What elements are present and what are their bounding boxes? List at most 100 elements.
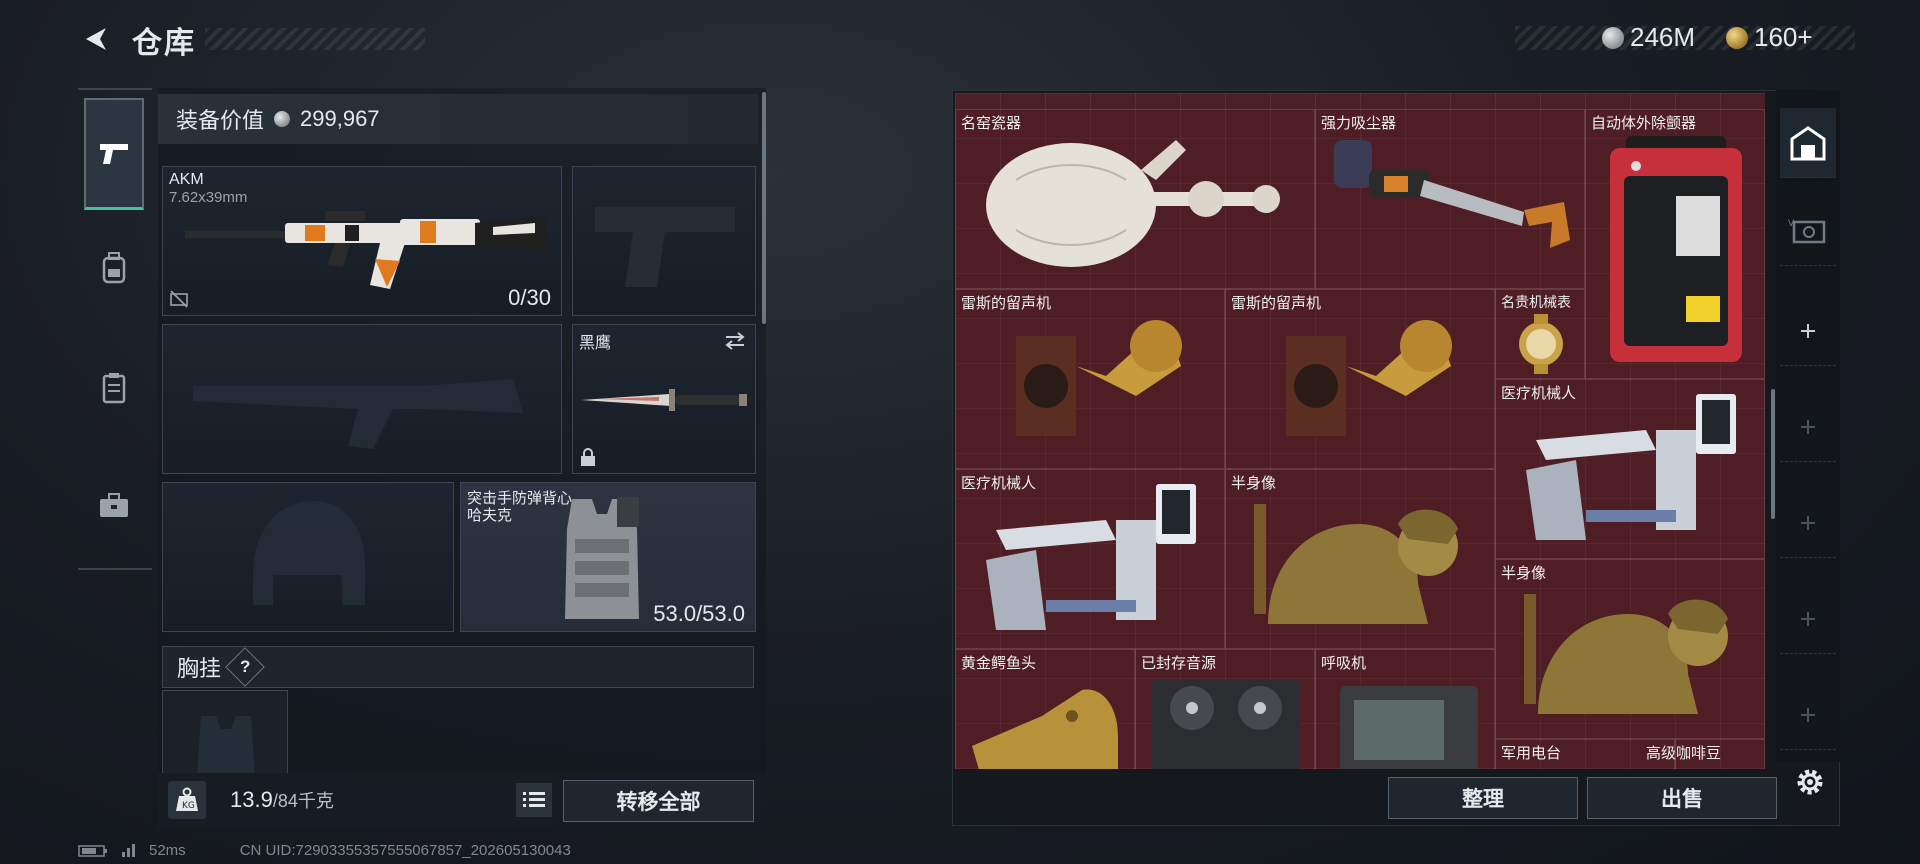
stash-item[interactable]: 黄金鳄鱼头 <box>955 649 1135 769</box>
stash-item[interactable]: 名窑瓷器 <box>955 109 1315 289</box>
backpack-icon <box>102 252 126 284</box>
aed-icon <box>1610 136 1742 362</box>
gramophone-icon <box>1016 320 1182 436</box>
plus-icon <box>1801 323 1815 338</box>
melee-slot[interactable]: 黑鹰 <box>572 324 756 474</box>
back-button[interactable] <box>78 22 112 56</box>
title-decoration <box>205 28 425 50</box>
chest-rig-label: 胸挂 <box>177 656 222 681</box>
watch-icon <box>1519 314 1563 374</box>
weight-icon: KG <box>168 781 206 819</box>
weapon-name: AKM <box>169 171 204 188</box>
battery-icon <box>78 844 107 857</box>
melee-name: 黑鹰 <box>579 335 612 352</box>
tab-stash-home[interactable] <box>1780 108 1836 178</box>
settings-button[interactable] <box>1790 762 1830 802</box>
item-label: 雷斯的留声机 <box>961 295 1052 312</box>
lock-icon <box>581 448 595 466</box>
weight-max: /84千克 <box>272 791 334 811</box>
tab-add-3[interactable] <box>1780 488 1836 558</box>
stash-item[interactable]: 半身像 <box>1225 469 1495 649</box>
gear-icon <box>1797 769 1823 795</box>
gramophone-icon <box>1286 320 1452 436</box>
stash-item[interactable]: 医疗机械人 <box>955 469 1225 649</box>
weight-readout: 13.9/84千克 <box>230 787 334 813</box>
bust-statue-icon <box>1524 594 1728 714</box>
equipment-scrollbar[interactable] <box>762 92 766 324</box>
stash-item[interactable]: 强力吸尘器 <box>1315 109 1585 289</box>
stash-item[interactable]: 雷斯的留声机 <box>955 289 1225 469</box>
stash-item[interactable]: 呼吸机 <box>1315 649 1495 769</box>
chest-rig-header: 胸挂 ? <box>162 646 754 688</box>
stash-item[interactable]: 名贵机械表 <box>1495 289 1585 379</box>
gold-crocodile-head-icon <box>972 689 1118 769</box>
tab-add-2[interactable] <box>1780 392 1836 462</box>
helmet-slot[interactable] <box>162 482 454 632</box>
transfer-all-button[interactable]: 转移全部 <box>563 780 754 822</box>
chest-rig-slot[interactable] <box>162 690 288 780</box>
svg-text:V: V <box>1788 219 1795 229</box>
equipment-bottom-bar: KG 13.9/84千克 转移全部 <box>158 773 766 828</box>
stash-item[interactable]: 已封存音源 <box>1135 649 1315 769</box>
plus-icon <box>1801 515 1815 530</box>
item-label: 名贵机械表 <box>1501 294 1571 310</box>
stash-item[interactable]: 医疗机械人 <box>1495 379 1765 559</box>
sort-button[interactable]: 整理 <box>1388 777 1578 819</box>
item-label: 已封存音源 <box>1141 655 1217 672</box>
knife-icon <box>581 389 747 411</box>
equipment-panel: 装备价值 299,967 AKM 7.62x39mm 0/30 黑鹰 突击手防弹… <box>158 88 766 828</box>
stash-scrollbar[interactable] <box>1771 389 1775 519</box>
armor-vest-icon <box>565 497 639 619</box>
secondary-weapon-slot[interactable] <box>162 324 562 474</box>
tab-case[interactable] <box>86 478 142 534</box>
list-view-button[interactable] <box>516 783 552 817</box>
tab-backpack[interactable] <box>86 240 142 296</box>
item-label: 雷斯的留声机 <box>1231 295 1322 312</box>
silver-coin-icon <box>1602 26 1624 49</box>
weight-current: 13.9 <box>230 787 273 812</box>
uid-readout: CN UID:72903355357555067857_202605130043 <box>239 842 571 859</box>
pistol-icon <box>100 143 128 164</box>
stash-item[interactable]: 高级咖啡豆 <box>1646 739 1765 769</box>
item-label: 高级咖啡豆 <box>1646 745 1722 762</box>
rifle-silhouette-icon <box>193 379 523 449</box>
item-label: 黄金鳄鱼头 <box>961 655 1037 672</box>
tab-add-1[interactable] <box>1780 296 1836 366</box>
help-icon[interactable]: ? <box>225 647 265 687</box>
plus-icon <box>1801 611 1815 626</box>
stash-item[interactable]: 自动体外除颤器 <box>1585 109 1765 379</box>
stash-item[interactable]: 半身像 <box>1495 559 1765 739</box>
pistol-slot[interactable] <box>572 166 756 316</box>
tab-add-4[interactable] <box>1780 584 1836 654</box>
bust-statue-icon <box>1254 504 1458 624</box>
page-title: 仓库 <box>132 27 196 60</box>
no-attachment-icon <box>170 290 188 308</box>
equipment-value: 299,967 <box>300 106 380 131</box>
back-arrow-icon <box>86 28 106 50</box>
gold-coin-icon <box>1726 26 1748 49</box>
armor-slot[interactable]: 突击手防弹背心 哈夫克 53.0/53.0 <box>460 482 756 632</box>
reel-to-reel-icon <box>1152 680 1300 769</box>
tab-add-5[interactable] <box>1780 680 1836 750</box>
vest-icon <box>102 373 126 404</box>
tab-vault[interactable]: V <box>1780 196 1836 266</box>
stash-item[interactable]: 雷斯的留声机 <box>1225 289 1495 469</box>
armor-brand: 哈夫克 <box>467 507 513 524</box>
tab-vest[interactable] <box>86 360 142 416</box>
item-label: 呼吸机 <box>1321 655 1367 672</box>
sell-button[interactable]: 出售 <box>1587 777 1777 819</box>
stash-grid: 名窑瓷器 强力吸尘器 自动体外除颤器 雷斯的留声机 雷斯的留声机 名贵机械表 医… <box>955 93 1765 769</box>
currency-gold[interactable]: 160+ <box>1726 22 1813 53</box>
armor-durability: 53.0/53.0 <box>653 601 745 626</box>
primary-weapon-slot[interactable]: AKM 7.62x39mm 0/30 <box>162 166 562 316</box>
currency-silver: 246M <box>1602 22 1695 53</box>
tab-weapons[interactable] <box>84 98 144 210</box>
status-bar: 52ms CN UID:72903355357555067857_2026051… <box>78 842 571 859</box>
akm-rifle-icon <box>185 211 547 289</box>
briefcase-icon <box>100 493 128 517</box>
ping-readout: 52ms <box>149 842 186 859</box>
swap-icon[interactable] <box>723 331 747 351</box>
equipment-value-bar: 装备价值 299,967 <box>158 94 758 144</box>
left-tab-bar <box>78 88 152 570</box>
medical-robot-icon <box>1526 394 1736 540</box>
